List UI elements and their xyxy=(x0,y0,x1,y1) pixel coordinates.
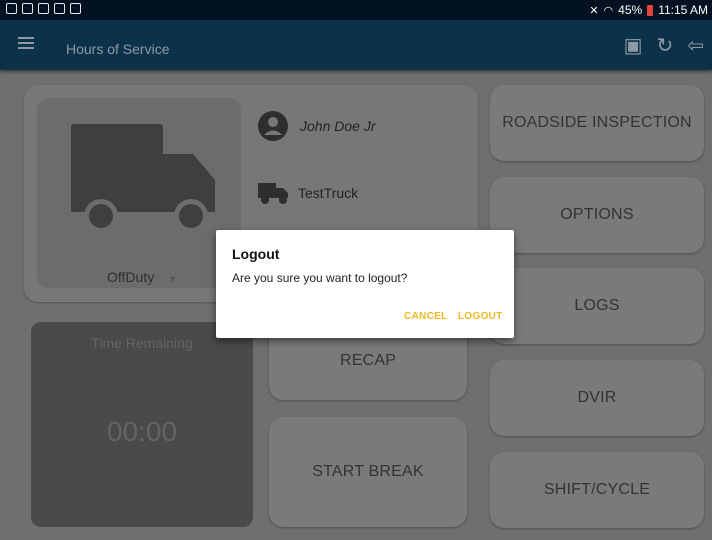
options-button[interactable]: OPTIONS xyxy=(490,177,704,253)
battery-percent: 45% xyxy=(618,3,643,17)
eld-icon[interactable]: ▣ xyxy=(624,33,643,58)
time-remaining-value: 00:00 xyxy=(106,416,178,447)
notification-icon xyxy=(54,3,65,14)
logout-dialog: Logout Are you sure you want to logout? … xyxy=(216,230,514,338)
notification-icon xyxy=(22,3,33,14)
page-title: Hours of Service xyxy=(66,41,170,57)
driver-info: John Doe Jr xyxy=(258,111,375,141)
vehicle-info: TestTruck xyxy=(256,178,358,208)
duty-status-value: OffDuty xyxy=(107,269,155,285)
notification-icon xyxy=(38,3,49,14)
time-remaining-card: Time Remaining 00:00 xyxy=(31,322,253,527)
mute-icon: ✕ xyxy=(589,4,599,17)
app-bar-actions: ▣ ↻ ⇦ xyxy=(624,33,704,58)
dropdown-arrow-icon: ▼ xyxy=(168,274,178,284)
dvir-button[interactable]: DVIR xyxy=(490,360,704,436)
menu-icon[interactable] xyxy=(18,42,34,44)
truck-name: TestTruck xyxy=(298,185,359,201)
app-bar: Hours of Service ▣ ↻ ⇦ xyxy=(0,20,712,70)
refresh-icon[interactable]: ↻ xyxy=(656,33,673,58)
truck-icon xyxy=(71,124,215,233)
shift-cycle-button[interactable]: SHIFT/CYCLE xyxy=(490,452,704,528)
dialog-title: Logout xyxy=(232,246,280,262)
notification-icon xyxy=(70,3,81,14)
notification-icons xyxy=(6,3,81,14)
wifi-icon: ◠ xyxy=(603,4,614,17)
driver-name: John Doe Jr xyxy=(300,118,376,134)
logs-button[interactable]: LOGS xyxy=(490,268,704,344)
status-bar: ✕ ◠ 45% 11:15 AM xyxy=(0,0,712,20)
battery-icon xyxy=(647,4,654,16)
roadside-inspection-button[interactable]: ROADSIDE INSPECTION xyxy=(490,85,704,161)
dialog-message: Are you sure you want to logout? xyxy=(232,271,408,285)
person-icon xyxy=(258,111,288,141)
vehicle-status-card[interactable]: OffDuty ▼ xyxy=(37,98,241,288)
logout-icon[interactable]: ⇦ xyxy=(687,33,704,58)
truck-small-icon xyxy=(258,183,288,204)
notification-icon xyxy=(6,3,17,14)
cancel-button[interactable]: CANCEL xyxy=(404,311,447,322)
start-break-button[interactable]: START BREAK xyxy=(269,417,467,527)
status-right: ✕ ◠ 45% 11:15 AM xyxy=(589,3,708,17)
duty-status-select[interactable]: OffDuty ▼ xyxy=(107,269,177,285)
clock: 11:15 AM xyxy=(658,3,708,17)
logout-button[interactable]: LOGOUT xyxy=(458,311,503,322)
